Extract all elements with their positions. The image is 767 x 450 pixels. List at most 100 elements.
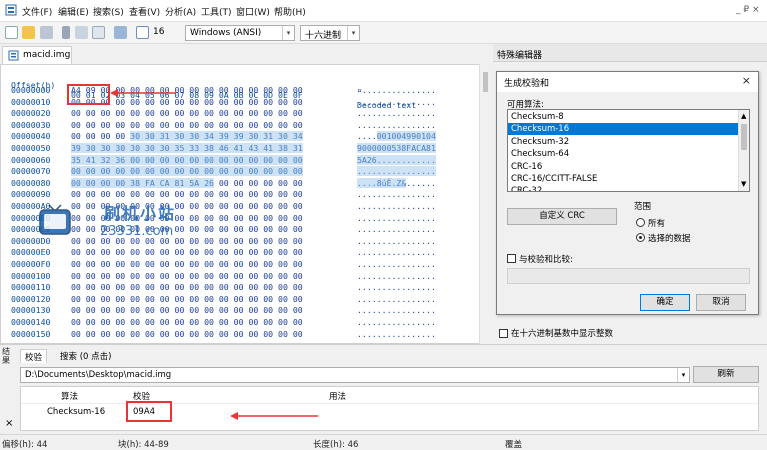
- row-hex[interactable]: 35 41 32 36 00 00 00 00 00 00 00 00 00 0…: [71, 154, 303, 166]
- hex-row[interactable]: 00000060 35 41 32 36 00 00 00 00 00 00 00…: [1, 154, 490, 166]
- close-icon[interactable]: ×: [5, 418, 13, 429]
- range-selected-radio[interactable]: [636, 233, 645, 242]
- hex-row[interactable]: 00000140 00 00 00 00 00 00 00 00 00 00 00…: [1, 317, 490, 328]
- row-hex[interactable]: 00 00 00 00 00 00 00 00 00 00 00 00 00 0…: [71, 108, 303, 119]
- algorithm-item[interactable]: Checksum-32: [508, 136, 739, 148]
- checksum-dialog: 生成校验和 × 可用算法: Checksum-8 Checksum-16 Check…: [496, 71, 759, 315]
- row-offset: 00000000: [11, 85, 51, 95]
- path-value: D:\Documents\Desktop\macid.img: [25, 370, 172, 380]
- row-hex[interactable]: 00 00 00 00 00 00 00 00 00 00 00 00 00 0…: [71, 329, 303, 340]
- cancel-button[interactable]: 取消: [696, 294, 746, 311]
- tv-logo-icon: [39, 204, 71, 235]
- row-decoded: ................: [357, 270, 436, 281]
- row-offset: 00000140: [11, 317, 51, 327]
- menubar: 文件(F) 编辑(E) 搜索(S) 查看(V) 分析(A) 工具(T) 窗口(W…: [0, 0, 767, 22]
- columns-icon[interactable]: [114, 26, 127, 39]
- copy-icon[interactable]: [75, 26, 88, 39]
- chevron-down-icon: ▾: [347, 26, 359, 40]
- refresh-button[interactable]: 刷新: [693, 366, 759, 383]
- hex-row[interactable]: 00000150 00 00 00 00 00 00 00 00 00 00 00…: [1, 329, 490, 340]
- chevron-down-icon: ▾: [282, 26, 294, 40]
- menu-edit[interactable]: 编辑(E): [58, 5, 89, 18]
- scrollbar-thumb[interactable]: [741, 124, 747, 150]
- hex-row[interactable]: 00000110 00 00 00 00 00 00 00 00 00 00 00…: [1, 282, 490, 293]
- hex-row[interactable]: 00000120 00 00 00 00 00 00 00 00 00 00 00…: [1, 293, 490, 305]
- row-decoded: ................: [357, 293, 436, 304]
- algorithm-item[interactable]: CRC-16/CCITT-FALSE: [508, 173, 739, 185]
- compare-checkbox[interactable]: [507, 254, 516, 263]
- close-icon[interactable]: ×: [742, 74, 751, 87]
- scrollbar-thumb[interactable]: [483, 72, 488, 92]
- range-all-radio[interactable]: [636, 218, 645, 227]
- row-hex[interactable]: 39 30 30 30 30 30 30 35 33 38 46 41 43 4…: [71, 143, 303, 154]
- row-hex[interactable]: 00 00 00 00 30 30 31 30 30 34 39 39 30 3…: [71, 131, 303, 142]
- algorithm-item[interactable]: Checksum-64: [508, 148, 739, 160]
- menu-search[interactable]: 搜索(S): [93, 5, 124, 18]
- file-icon: [8, 50, 19, 61]
- hex-row[interactable]: 00000040 00 00 00 00 30 30 31 30 30 34 39…: [1, 131, 490, 142]
- row-decoded: ................: [357, 201, 436, 211]
- bytes-per-row[interactable]: 16: [153, 27, 164, 37]
- row-decoded: ................: [357, 305, 436, 316]
- algorithm-list[interactable]: Checksum-8 Checksum-16 Checksum-32 Checksum…: [507, 109, 750, 192]
- row-hex[interactable]: 00 00 00 00 00 00 00 00 00 00 00 00 00 0…: [71, 305, 303, 316]
- menu-window[interactable]: 窗口(W): [236, 5, 270, 18]
- menu-analysis[interactable]: 分析(A): [165, 5, 196, 18]
- range-label: 范围: [634, 202, 652, 212]
- hex-row[interactable]: 00000030 00 00 00 00 00 00 00 00 00 00 00…: [1, 120, 490, 131]
- window-controls[interactable]: _ ₽ ×: [736, 5, 760, 15]
- hex-row[interactable]: 00000050 39 30 30 30 30 30 30 35 33 38 46…: [1, 143, 490, 154]
- custom-crc-button[interactable]: 自定义 CRC: [507, 208, 617, 225]
- algorithm-item[interactable]: Checksum-8: [508, 111, 739, 123]
- menu-tools[interactable]: 工具(T): [201, 5, 232, 18]
- row-hex[interactable]: 00 00 00 00 00 00 00 00 00 00 00 00 00 0…: [71, 259, 303, 270]
- row-hex[interactable]: 00 00 00 00 00 00 00 00 00 00 00 00 00 0…: [71, 189, 303, 200]
- status-bar: 偏移(h): 44 块(h): 44-89 长度(h): 46 覆盖: [0, 434, 767, 450]
- algorithm-item[interactable]: CRC-16: [508, 161, 739, 173]
- hex-row[interactable]: 00000070 00 00 00 00 00 00 00 00 00 00 00…: [1, 166, 490, 177]
- row-hex[interactable]: 00 00 00 00 00 00 00 00 00 00 00 00 00 0…: [71, 282, 303, 293]
- tab-search[interactable]: 搜索 (0 点击): [56, 349, 115, 363]
- row-hex[interactable]: 00 00 00 00 00 00 00 00 00 00 00 00 00 0…: [71, 271, 303, 282]
- algorithm-item[interactable]: Checksum-16: [508, 123, 739, 136]
- show-decimal-checkbox[interactable]: [499, 329, 508, 338]
- algorithm-item[interactable]: CRC-32: [508, 185, 739, 191]
- path-select[interactable]: D:\Documents\Desktop\macid.img ▾: [20, 367, 690, 383]
- compare-input[interactable]: [507, 268, 750, 284]
- row-hex[interactable]: 00 00 00 00 00 00 00 00 00 00 00 00 00 0…: [71, 317, 303, 328]
- open-folder-icon[interactable]: [22, 26, 35, 39]
- hex-scrollbar[interactable]: [479, 64, 491, 344]
- width-icon[interactable]: [136, 26, 149, 39]
- row-decoded: ................: [357, 259, 436, 269]
- hex-row[interactable]: 00000080 00 00 00 00 38 FA CA 81 5A 26 00…: [1, 177, 490, 189]
- ok-button[interactable]: 确定: [640, 294, 690, 311]
- row-hex[interactable]: 00 00 00 00 00 00 00 00 00 00 00 00 00 0…: [71, 294, 303, 305]
- row-offset: 00000120: [11, 293, 51, 304]
- row-decoded: ................: [357, 224, 436, 235]
- hex-row[interactable]: 00000020 00 00 00 00 00 00 00 00 00 00 00…: [1, 108, 490, 119]
- radix-select[interactable]: 十六进制 ▾: [300, 25, 360, 41]
- chevron-down-icon: ▾: [677, 368, 689, 382]
- row-hex[interactable]: 00 00 00 00 00 00 00 00 00 00 00 00 00 0…: [71, 166, 303, 177]
- row-offset: 00000110: [11, 282, 51, 293]
- new-file-icon[interactable]: [5, 26, 18, 39]
- row-hex[interactable]: 00 00 00 00 38 FA CA 81 5A 26 00 00 00 0…: [71, 177, 303, 189]
- menu-view[interactable]: 查看(V): [129, 5, 160, 18]
- chevron-up-icon[interactable]: ▲: [741, 112, 746, 120]
- chevron-down-icon[interactable]: ▼: [741, 180, 746, 188]
- cut-icon[interactable]: [62, 26, 70, 39]
- hex-row[interactable]: 00000130 00 00 00 00 00 00 00 00 00 00 00…: [1, 305, 490, 316]
- paste-icon[interactable]: [92, 26, 105, 39]
- menu-file[interactable]: 文件(F): [22, 5, 52, 18]
- list-scrollbar[interactable]: ▲ ▼: [738, 110, 749, 191]
- save-icon[interactable]: [40, 26, 53, 39]
- hex-row[interactable]: 00000090 00 00 00 00 00 00 00 00 00 00 00…: [1, 189, 490, 200]
- hex-row[interactable]: 000000F0 00 00 00 00 00 00 00 00 00 00 00…: [1, 259, 490, 270]
- row-hex[interactable]: 00 00 00 00 00 00 00 00 00 00 00 00 00 0…: [71, 120, 303, 131]
- encoding-select[interactable]: Windows (ANSI) ▾: [185, 25, 295, 41]
- status-block: 块(h): 44-89: [118, 440, 169, 450]
- menu-help[interactable]: 帮助(H): [274, 5, 306, 18]
- hex-row[interactable]: 00000100 00 00 00 00 00 00 00 00 00 00 00…: [1, 270, 490, 282]
- document-tab[interactable]: macid.img: [2, 46, 72, 64]
- tab-checksum[interactable]: 校验: [20, 349, 48, 363]
